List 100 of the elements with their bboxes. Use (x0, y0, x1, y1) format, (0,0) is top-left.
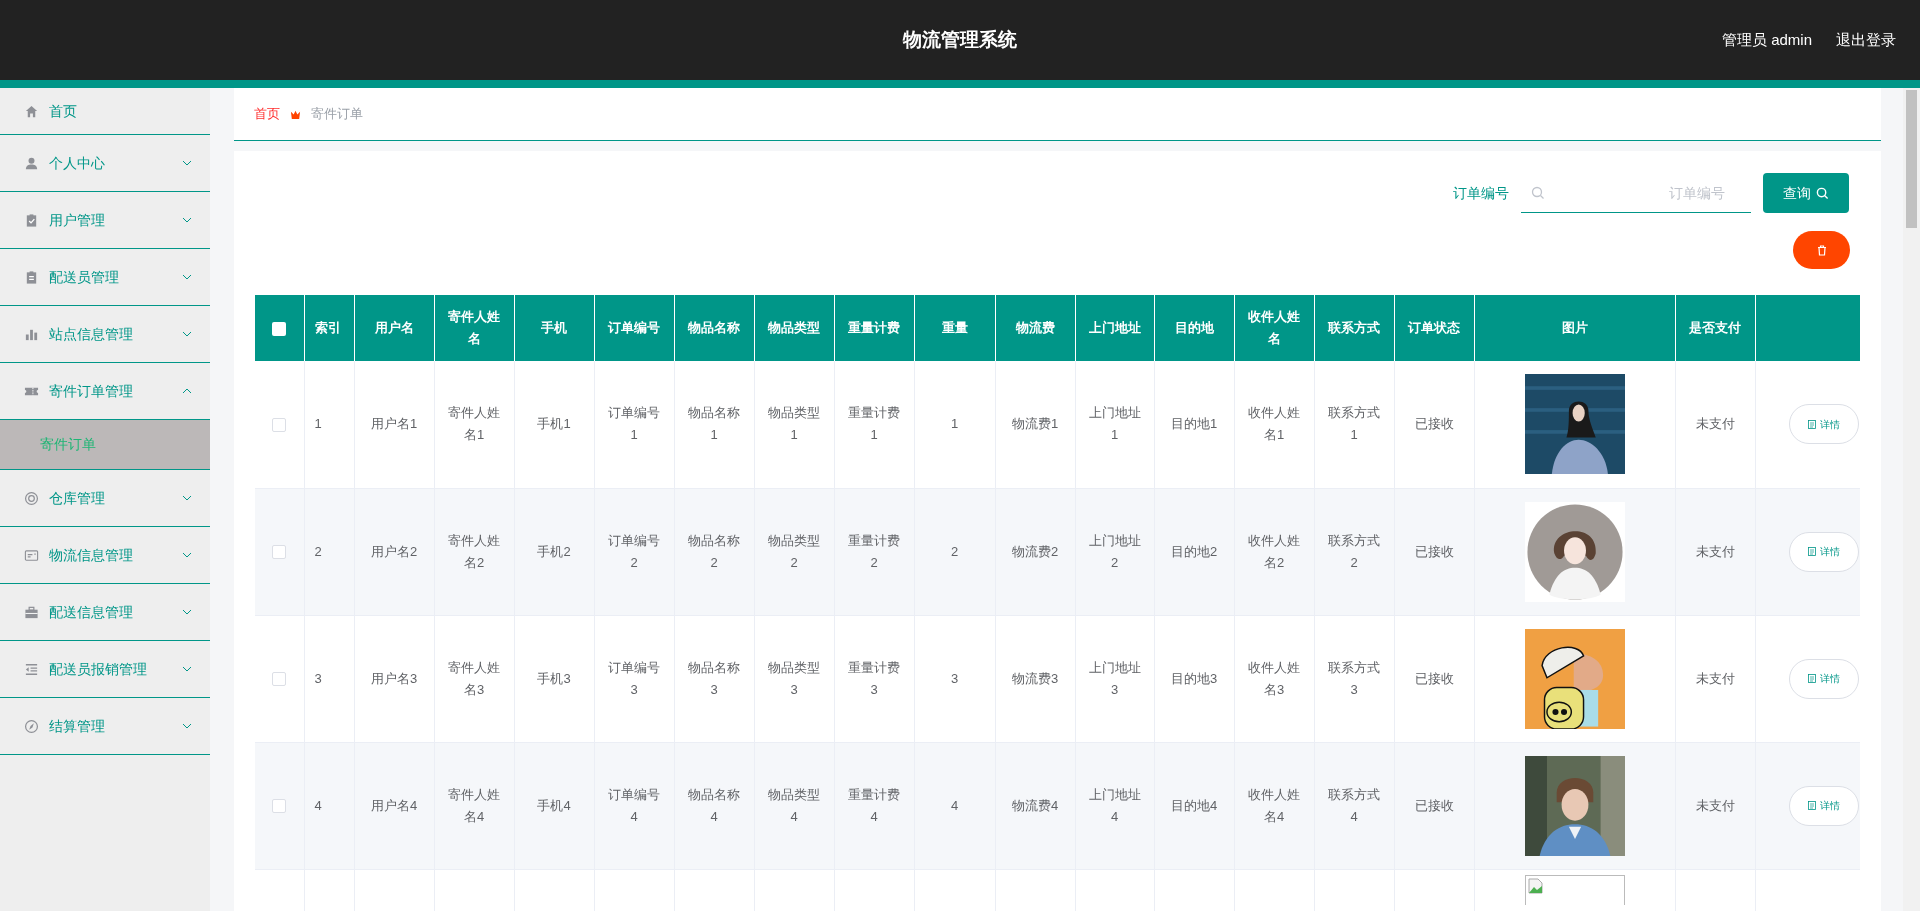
table-cell: 物品类型2 (754, 488, 834, 615)
checkbox[interactable] (272, 799, 287, 814)
search-field[interactable]: 订单编号 (1521, 173, 1751, 213)
briefcase-icon (24, 604, 39, 620)
broken-image-icon (1524, 874, 1625, 905)
trash-icon (1816, 244, 1827, 256)
table-cell: 2 (304, 488, 354, 615)
lifebuoy-icon (24, 490, 39, 506)
breadcrumb-current: 寄件订单 (311, 105, 363, 124)
user-icon (24, 155, 39, 171)
table-cell: 目的地1 (1154, 361, 1234, 488)
table-cell: 未支付 (1675, 488, 1755, 615)
compass-icon (24, 718, 39, 734)
card-icon (24, 547, 39, 563)
user-label: 管理员 admin (1721, 29, 1812, 50)
search-icon (1531, 186, 1545, 200)
checkbox[interactable] (272, 672, 287, 687)
table-cell: 未支付 (1675, 615, 1755, 742)
table-cell: 手机1 (514, 361, 594, 488)
table-cell: 未支付 (1675, 361, 1755, 488)
menu-item[interactable]: 仓库管理 (0, 470, 210, 527)
document-icon (1807, 674, 1816, 683)
table-cell: 手机3 (514, 615, 594, 742)
menu-item[interactable]: 物流信息管理 (0, 527, 210, 584)
crown-icon (290, 108, 301, 120)
indent-icon (24, 661, 39, 677)
table-cell: 手机2 (514, 488, 594, 615)
table-cell: 收件人姓名4 (1234, 742, 1314, 869)
table-cell: 订单编号4 (594, 742, 674, 869)
table-cell: 寄件人姓名1 (434, 361, 514, 488)
table-cell: 已接收 (1394, 361, 1474, 488)
table-cell: 收件人姓名2 (1234, 488, 1314, 615)
table-cell: 收件人姓名3 (1234, 615, 1314, 742)
search-icon (1816, 186, 1829, 200)
table-cell: 用户名1 (354, 361, 434, 488)
table-cell: 手机4 (514, 742, 594, 869)
table-cell: 寄件人姓名2 (434, 488, 514, 615)
checkbox[interactable] (272, 418, 287, 433)
table-cell: 物品名称4 (674, 742, 754, 869)
menu-item[interactable]: 配送信息管理 (0, 584, 210, 641)
clipboard-icon (24, 269, 39, 285)
table-cell: 订单编号2 (594, 488, 674, 615)
table-cell: 上门地址3 (1075, 615, 1154, 742)
clipboard-check-icon (24, 212, 39, 228)
nav-item[interactable]: 首页 (0, 88, 210, 135)
table-cell: 用户名2 (354, 488, 434, 615)
table-cell: 物流费3 (995, 615, 1075, 742)
checkbox[interactable] (272, 545, 287, 560)
menu-item[interactable]: 站点信息管理 (0, 306, 210, 363)
document-icon (1807, 547, 1816, 556)
table-cell: 3 (304, 615, 354, 742)
table-cell: 3 (914, 615, 995, 742)
home-icon (24, 103, 39, 119)
search-label: 订单编号 (1453, 183, 1509, 203)
table-cell: 重量计费3 (834, 615, 914, 742)
table-cell: 物品名称1 (674, 361, 754, 488)
table-cell: 收件人姓名1 (1234, 361, 1314, 488)
table-cell: 物品类型4 (754, 742, 834, 869)
scrollbar-thumb[interactable] (1906, 90, 1917, 228)
table-cell: 4 (304, 742, 354, 869)
breadcrumb-link[interactable]: 首页 (254, 104, 280, 124)
table-cell: 目的地4 (1154, 742, 1234, 869)
app-title: 物流管理系统 (903, 27, 1017, 52)
table-cell: 物流费1 (995, 361, 1075, 488)
details-button[interactable]: 详情 (1788, 785, 1859, 826)
menu-item[interactable]: 用户管理 (0, 192, 210, 249)
table-cell: 已接收 (1394, 488, 1474, 615)
table-cell: 订单编号3 (594, 615, 674, 742)
table-cell: 物流费2 (995, 488, 1075, 615)
scrollbar[interactable] (1903, 88, 1920, 911)
menu-item[interactable]: 配送员管理 (0, 249, 210, 306)
table-cell: 寄件人姓名3 (434, 615, 514, 742)
menu-item[interactable]: 结算管理 (0, 698, 210, 755)
logout-link[interactable]: 退出登录 (1836, 28, 1896, 52)
search-button[interactable]: 查询 (1763, 173, 1849, 213)
table-cell: 用户名4 (354, 742, 434, 869)
table-cell: 上门地址2 (1075, 488, 1154, 615)
table-cell: 未支付 (1675, 742, 1755, 869)
menu-item[interactable]: 个人中心 (0, 135, 210, 192)
table-cell: 目的地2 (1154, 488, 1234, 615)
table-cell: 重量计费1 (834, 361, 914, 488)
menu-item[interactable]: 配送员报销管理 (0, 641, 210, 698)
table-cell: 寄件人姓名4 (434, 742, 514, 869)
details-button[interactable]: 详情 (1788, 531, 1859, 572)
table-cell: 联系方式2 (1314, 488, 1394, 615)
document-icon (1807, 419, 1816, 429)
table-cell: 用户名3 (354, 615, 434, 742)
details-button[interactable]: 详情 (1788, 658, 1859, 699)
table-cell: 物品类型3 (754, 615, 834, 742)
table-cell: 联系方式3 (1314, 615, 1394, 742)
table-cell: 已接收 (1394, 615, 1474, 742)
table-cell: 上门地址1 (1075, 361, 1154, 488)
checkbox[interactable] (272, 321, 287, 336)
table-cell: 目的地3 (1154, 615, 1234, 742)
document-icon (1807, 801, 1816, 810)
table-cell: 物流费4 (995, 742, 1075, 869)
details-button[interactable]: 详情 (1788, 404, 1859, 445)
table-cell: 1 (304, 361, 354, 488)
table-cell: 订单编号1 (594, 361, 674, 488)
delete-button[interactable] (1793, 231, 1850, 269)
